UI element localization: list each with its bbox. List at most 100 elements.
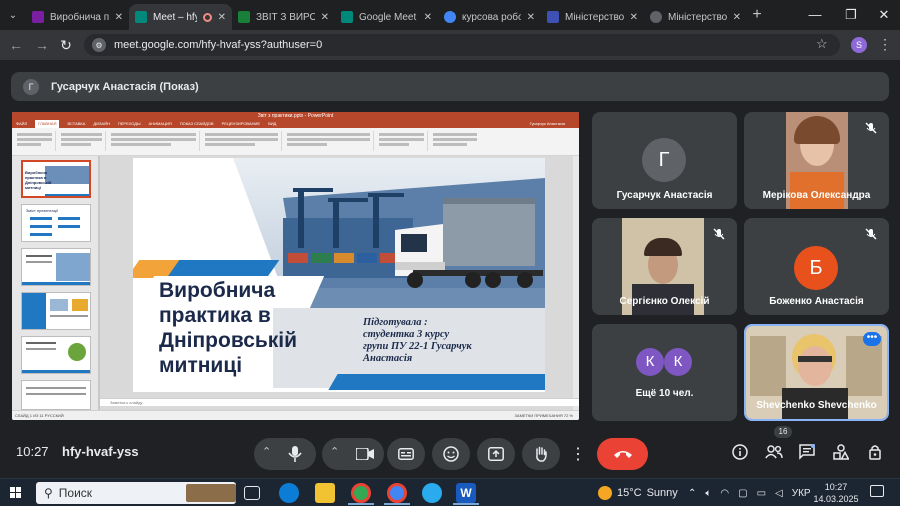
activities-icon[interactable] [831, 442, 851, 462]
more-participants-tile[interactable]: К К Ещё 10 чел. [592, 324, 737, 421]
reactions-button[interactable] [432, 438, 470, 470]
captions-button[interactable] [387, 438, 425, 470]
task-view-icon[interactable] [244, 486, 260, 500]
chevron-up-icon[interactable]: ⌃ [262, 445, 271, 458]
host-controls-icon[interactable] [865, 442, 885, 462]
telegram-icon[interactable] [422, 483, 442, 503]
more-options-icon[interactable]: ••• [863, 332, 881, 346]
leave-call-button[interactable] [597, 438, 648, 470]
notifications-icon[interactable] [870, 485, 884, 497]
network-icon[interactable]: ▢ [738, 488, 747, 499]
restore-button[interactable]: ❐ [842, 6, 860, 24]
participant-tile-2[interactable]: Мерікова Олександра [744, 112, 889, 209]
tab-close-icon[interactable]: ✕ [115, 12, 123, 23]
pp-notes-pane[interactable]: Заметки к слайду [100, 398, 579, 406]
camera-control[interactable]: ⌃ [322, 438, 384, 470]
participant-name: Мерікова Олександра [762, 190, 871, 201]
chat-icon[interactable] [797, 442, 817, 462]
speaker-icon[interactable]: 🔈︎ [705, 488, 711, 499]
windows-start-icon[interactable] [10, 487, 22, 499]
emoji-icon [443, 446, 459, 462]
raise-hand-button[interactable] [522, 438, 560, 470]
tab-title: Google Meet [359, 11, 417, 23]
participant-name: Сергієнко Олексій [619, 296, 710, 307]
meet-stage: Г Гусарчук Анастасія (Показ) Звіт з прак… [0, 60, 900, 478]
pp-ribbon [12, 128, 579, 156]
slide-thumb-1[interactable]: Виробнича практика в Дніпровській митниц… [21, 160, 91, 198]
back-button[interactable]: ← [7, 36, 25, 54]
participant-avatar: Б [794, 246, 838, 290]
pp-slide-canvas: Виробнича практика в Дніпровській митниц… [100, 156, 575, 410]
people-icon[interactable] [764, 442, 784, 462]
profile-avatar[interactable]: S [851, 37, 867, 53]
edge-icon[interactable] [279, 483, 299, 503]
more-options-button[interactable]: ⋮ [567, 438, 589, 470]
slide-thumb-5[interactable] [21, 336, 91, 374]
address-bar[interactable]: ⚙ meet.google.com/hfy-hvaf-yss?authuser=… [84, 34, 840, 56]
videocam-icon[interactable] [356, 448, 374, 460]
tab-1[interactable]: Виробнича пра ✕ [26, 4, 129, 30]
tab-close-icon[interactable]: ✕ [527, 12, 535, 23]
file-explorer-icon[interactable] [315, 483, 335, 503]
minimize-button[interactable]: — [806, 6, 824, 24]
slide-thumb-3[interactable] [21, 248, 91, 286]
ribbon-group-slides [58, 131, 106, 151]
taskbar-clock[interactable]: 10:27 14.03.2025 [808, 481, 864, 505]
chrome-profile-icon[interactable] [387, 483, 407, 503]
battery-icon[interactable]: ▭ [757, 488, 766, 499]
weather-desc: Sunny [646, 487, 678, 499]
tab-favicon-icon [547, 11, 559, 23]
slide-thumb-4[interactable] [21, 292, 91, 330]
slide-thumb-6[interactable] [21, 380, 91, 410]
microphone-icon[interactable] [288, 446, 302, 462]
shared-screen: Звіт з практики.pptx - PowerPoint ФАЙЛ Г… [12, 112, 579, 420]
weather-widget[interactable]: 15°C Sunny [598, 479, 678, 506]
chrome-icon[interactable] [351, 483, 371, 503]
meet-control-bar: 10:27 hfy-hvaf-yss ⌃ ⌃ ⋮ 16 [0, 426, 900, 478]
tab-close-icon[interactable]: ✕ [630, 12, 638, 23]
more-vert-icon: ⋮ [570, 446, 586, 463]
chevron-up-icon[interactable]: ⌃ [330, 445, 339, 458]
reload-button[interactable]: ↻ [57, 36, 75, 54]
participant-tile-4[interactable]: Б Боженко Анастасія [744, 218, 889, 315]
ribbon-group-editing [430, 131, 480, 151]
tab-close-icon[interactable]: ✕ [424, 12, 432, 23]
browser-menu-icon[interactable]: ⋮ [878, 36, 892, 53]
tab-3[interactable]: ЗВІТ З ВИРОБ ✕ [232, 4, 335, 30]
forward-button[interactable]: → [33, 36, 51, 54]
tab-2-active[interactable]: Meet – hfy ✕ [129, 4, 232, 30]
tab-title: Meet – hfy [153, 11, 197, 23]
volume-icon[interactable]: ◁ [775, 488, 783, 499]
wifi-icon[interactable]: ◠ [720, 488, 729, 499]
pp-ribbon-tabs: ФАЙЛ ГЛАВНАЯ ВСТАВКА ДИЗАЙН ПЕРЕХОДЫ АНИ… [12, 120, 579, 128]
close-window-button[interactable]: ✕ [875, 6, 893, 24]
tray-chevron-icon[interactable]: ⌃ [688, 488, 696, 499]
bookmark-star-icon[interactable]: ☆ [816, 36, 828, 52]
meeting-info-icon[interactable] [730, 442, 750, 462]
tab-6[interactable]: Міністерство ✕ [541, 4, 644, 30]
mic-control[interactable]: ⌃ [254, 438, 316, 470]
taskbar-search-box[interactable]: ⚲ Поиск [36, 482, 236, 504]
search-icon: ⚲ [44, 486, 53, 500]
tab-4[interactable]: Google Meet ✕ [335, 4, 438, 30]
ribbon-group-drawing [284, 131, 374, 151]
pp-slide-scrollbar[interactable] [573, 156, 579, 410]
participant-tile-self[interactable]: ••• Shevchenko Shevchenko [744, 324, 889, 421]
tab-close-icon[interactable]: ✕ [733, 12, 741, 23]
tab-7[interactable]: Міністерство ✕ [644, 4, 747, 30]
tab-5[interactable]: курсова робо ✕ [438, 4, 541, 30]
participant-tile-3[interactable]: Сергієнко Олексій [592, 218, 737, 315]
ribbon-group-font [108, 131, 200, 151]
new-tab-button[interactable]: + [748, 6, 766, 24]
pp-tab: РЕЦЕНЗИРОВАНИЕ [221, 121, 261, 126]
participant-tile-1[interactable]: Г Гусарчук Анастасія [592, 112, 737, 209]
tab-close-icon[interactable]: ✕ [218, 12, 226, 23]
tab-search-icon[interactable]: ⌄ [4, 6, 22, 24]
presenter-avatar: Г [23, 78, 39, 95]
thumb-title: Виробнича практика в Дніпровській митниц… [25, 170, 52, 190]
present-button[interactable] [477, 438, 515, 470]
word-icon[interactable]: W [456, 483, 476, 503]
site-info-icon[interactable]: ⚙ [92, 38, 106, 52]
tab-close-icon[interactable]: ✕ [321, 12, 329, 23]
slide-thumb-2[interactable]: Зміст презентації [21, 204, 91, 242]
